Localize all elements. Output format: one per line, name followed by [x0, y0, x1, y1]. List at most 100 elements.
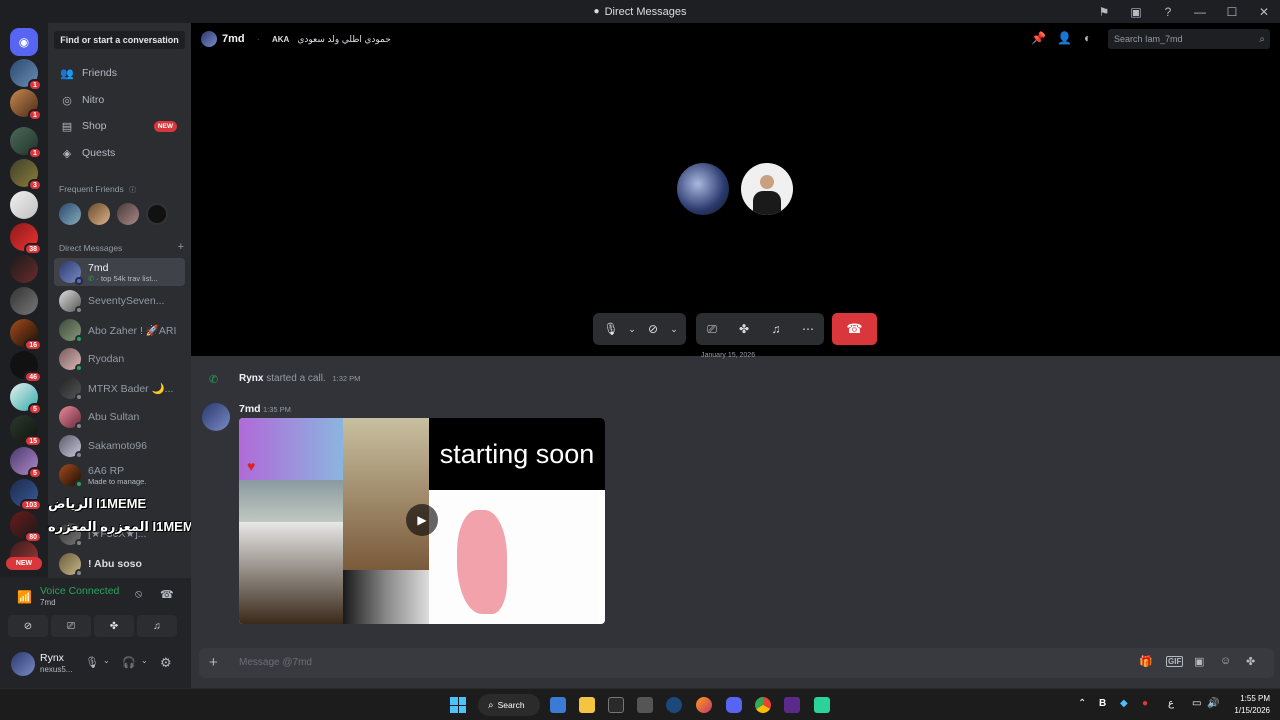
search-input[interactable]: Search Iam_7md ⌕ — [1108, 29, 1270, 49]
find-conversation-button[interactable]: Find or start a conversation — [54, 31, 185, 49]
firefox-icon[interactable] — [696, 697, 712, 713]
dm-item[interactable]: Abu Sultan — [54, 403, 185, 431]
network-icon[interactable]: ▭ — [1192, 698, 1201, 709]
server-icon[interactable]: 1 — [10, 89, 42, 121]
server-icon[interactable] — [10, 287, 38, 315]
search-box[interactable]: ⌕ Search — [478, 694, 540, 716]
noise-suppression-icon[interactable]: ⦸ — [135, 588, 142, 601]
microphone-icon[interactable]: 🎙 — [597, 322, 625, 336]
play-button[interactable]: ▶ — [406, 504, 438, 536]
minimize-button[interactable]: — — [1184, 0, 1216, 23]
avatar[interactable] — [11, 652, 35, 676]
dm-item[interactable]: 7md ✆ · top 54k trav list... — [54, 258, 185, 286]
tray-bold-icon[interactable]: B — [1099, 698, 1106, 709]
participant-avatar[interactable] — [677, 163, 729, 215]
microphone-icon[interactable]: 🎙 — [85, 656, 99, 669]
profile-icon[interactable]: ◐ — [1084, 31, 1091, 45]
steam-icon[interactable] — [666, 697, 682, 713]
app-icon[interactable] — [814, 697, 830, 713]
emoji-icon[interactable]: ☺ — [1220, 655, 1231, 667]
clock[interactable]: 1:55 PM 1/15/2026 — [1222, 693, 1270, 717]
dm-item[interactable]: Abo Zaher ! 🚀ARI — [54, 316, 185, 344]
nav-shop[interactable]: ▤ Shop NEW — [54, 115, 185, 137]
screen-share-button[interactable]: ⎚ — [51, 615, 91, 637]
discord-icon[interactable] — [726, 697, 742, 713]
chrome-icon[interactable] — [755, 697, 771, 713]
dm-item[interactable]: SeventySeven... — [54, 287, 185, 315]
store-icon[interactable] — [550, 697, 566, 713]
video-attachment[interactable]: ♥ starting soon ▶ — [239, 418, 605, 624]
chevron-down-icon[interactable]: ⌄ — [103, 656, 110, 665]
help-icon[interactable]: ? — [1152, 0, 1184, 23]
unity-icon[interactable] — [637, 697, 653, 713]
activities-button[interactable]: ✤ — [94, 615, 134, 637]
camera-off-button[interactable]: ⊘ — [8, 615, 48, 637]
headphones-icon[interactable]: 🎧 — [122, 656, 136, 669]
close-button[interactable]: ✕ — [1248, 0, 1280, 23]
participant-avatar[interactable] — [741, 163, 793, 215]
frequent-friend-avatar[interactable] — [146, 203, 168, 225]
add-friends-icon[interactable]: 👤 — [1057, 31, 1072, 45]
dm-item[interactable]: Sakamoto96 — [54, 432, 185, 460]
dm-item[interactable]: 6A6 RP Made to manage. — [54, 461, 185, 489]
next-app-icon[interactable] — [784, 697, 800, 713]
apps-icon[interactable]: ✤ — [1246, 655, 1255, 668]
server-icon[interactable] — [10, 191, 38, 219]
frequent-friend-avatar[interactable] — [88, 203, 110, 225]
add-attachment-icon[interactable]: + — [209, 654, 218, 671]
call-user[interactable]: Rynx — [239, 373, 263, 384]
file-explorer-icon[interactable] — [579, 697, 595, 713]
message-input[interactable]: + Message @7md 🎁 GIF ▣ ☺ ✤ — [199, 648, 1274, 678]
screen-icon[interactable]: ▣ — [1120, 0, 1152, 23]
add-dm-icon[interactable]: + — [178, 241, 184, 253]
tray-mic-icon[interactable]: ● — [1142, 698, 1148, 709]
soundboard-button[interactable]: ♫ — [137, 615, 177, 637]
language-indicator[interactable]: ع — [1168, 698, 1174, 709]
chevron-down-icon[interactable]: ⌄ — [667, 324, 681, 335]
settings-gear-icon[interactable]: ⚙ — [160, 655, 172, 671]
nav-friends[interactable]: 👥 Friends — [54, 62, 185, 84]
nav-nitro[interactable]: ◎ Nitro — [54, 89, 185, 111]
frequent-friend-avatar[interactable] — [59, 203, 81, 225]
tray-app-icon[interactable]: ◆ — [1120, 698, 1128, 709]
pin-icon[interactable]: 📌 — [1031, 31, 1046, 45]
dm-item[interactable]: Ryodan — [54, 345, 185, 373]
disconnect-icon[interactable]: ☎ — [160, 588, 174, 601]
avatar[interactable] — [202, 403, 230, 431]
server-icon[interactable]: 38 — [10, 223, 42, 255]
start-icon[interactable] — [450, 697, 466, 713]
home-button[interactable]: ◉ — [10, 28, 38, 56]
dm-item[interactable]: MTRX Bader 🌙... — [54, 374, 185, 402]
soundboard-icon[interactable]: ♫ — [760, 322, 792, 336]
screen-share-icon[interactable]: ⎚ — [696, 322, 728, 337]
server-icon[interactable]: 103 — [10, 479, 42, 511]
epic-games-icon[interactable] — [608, 697, 624, 713]
voice-status[interactable]: Voice Connected — [40, 585, 119, 597]
chevron-down-icon[interactable]: ⌄ — [625, 324, 639, 335]
hangup-button[interactable]: ☎ — [832, 313, 877, 345]
activities-icon[interactable]: ✤ — [728, 322, 760, 336]
more-icon[interactable]: ⋯ — [792, 322, 824, 336]
chevron-down-icon[interactable]: ⌄ — [141, 656, 148, 665]
server-icon[interactable]: 46 — [10, 351, 42, 383]
voice-channel[interactable]: 7md — [40, 598, 56, 607]
message-author[interactable]: 7md — [239, 403, 261, 415]
server-icon[interactable]: 5 — [10, 383, 42, 415]
server-icon[interactable]: 80 — [10, 511, 42, 543]
sticker-icon[interactable]: ▣ — [1194, 655, 1204, 668]
nav-quests[interactable]: ◈ Quests — [54, 142, 185, 164]
camera-off-icon[interactable]: ⊘ — [639, 322, 667, 336]
gif-icon[interactable]: GIF — [1166, 656, 1184, 667]
dm-item[interactable]: ! Abu soso — [54, 550, 185, 578]
flag-icon[interactable]: ⚑ — [1088, 0, 1120, 23]
server-icon[interactable]: 15 — [10, 415, 42, 447]
server-icon[interactable]: 5 — [10, 447, 42, 479]
gift-icon[interactable]: 🎁 — [1139, 655, 1153, 668]
frequent-friend-avatar[interactable] — [117, 203, 139, 225]
server-icon[interactable]: 16 — [10, 319, 42, 351]
server-icon[interactable]: 1 — [10, 59, 42, 91]
volume-icon[interactable]: 🔊 — [1207, 698, 1219, 709]
server-icon[interactable] — [10, 255, 38, 283]
maximize-button[interactable]: ☐ — [1216, 0, 1248, 23]
server-icon[interactable]: 3 — [10, 159, 42, 191]
